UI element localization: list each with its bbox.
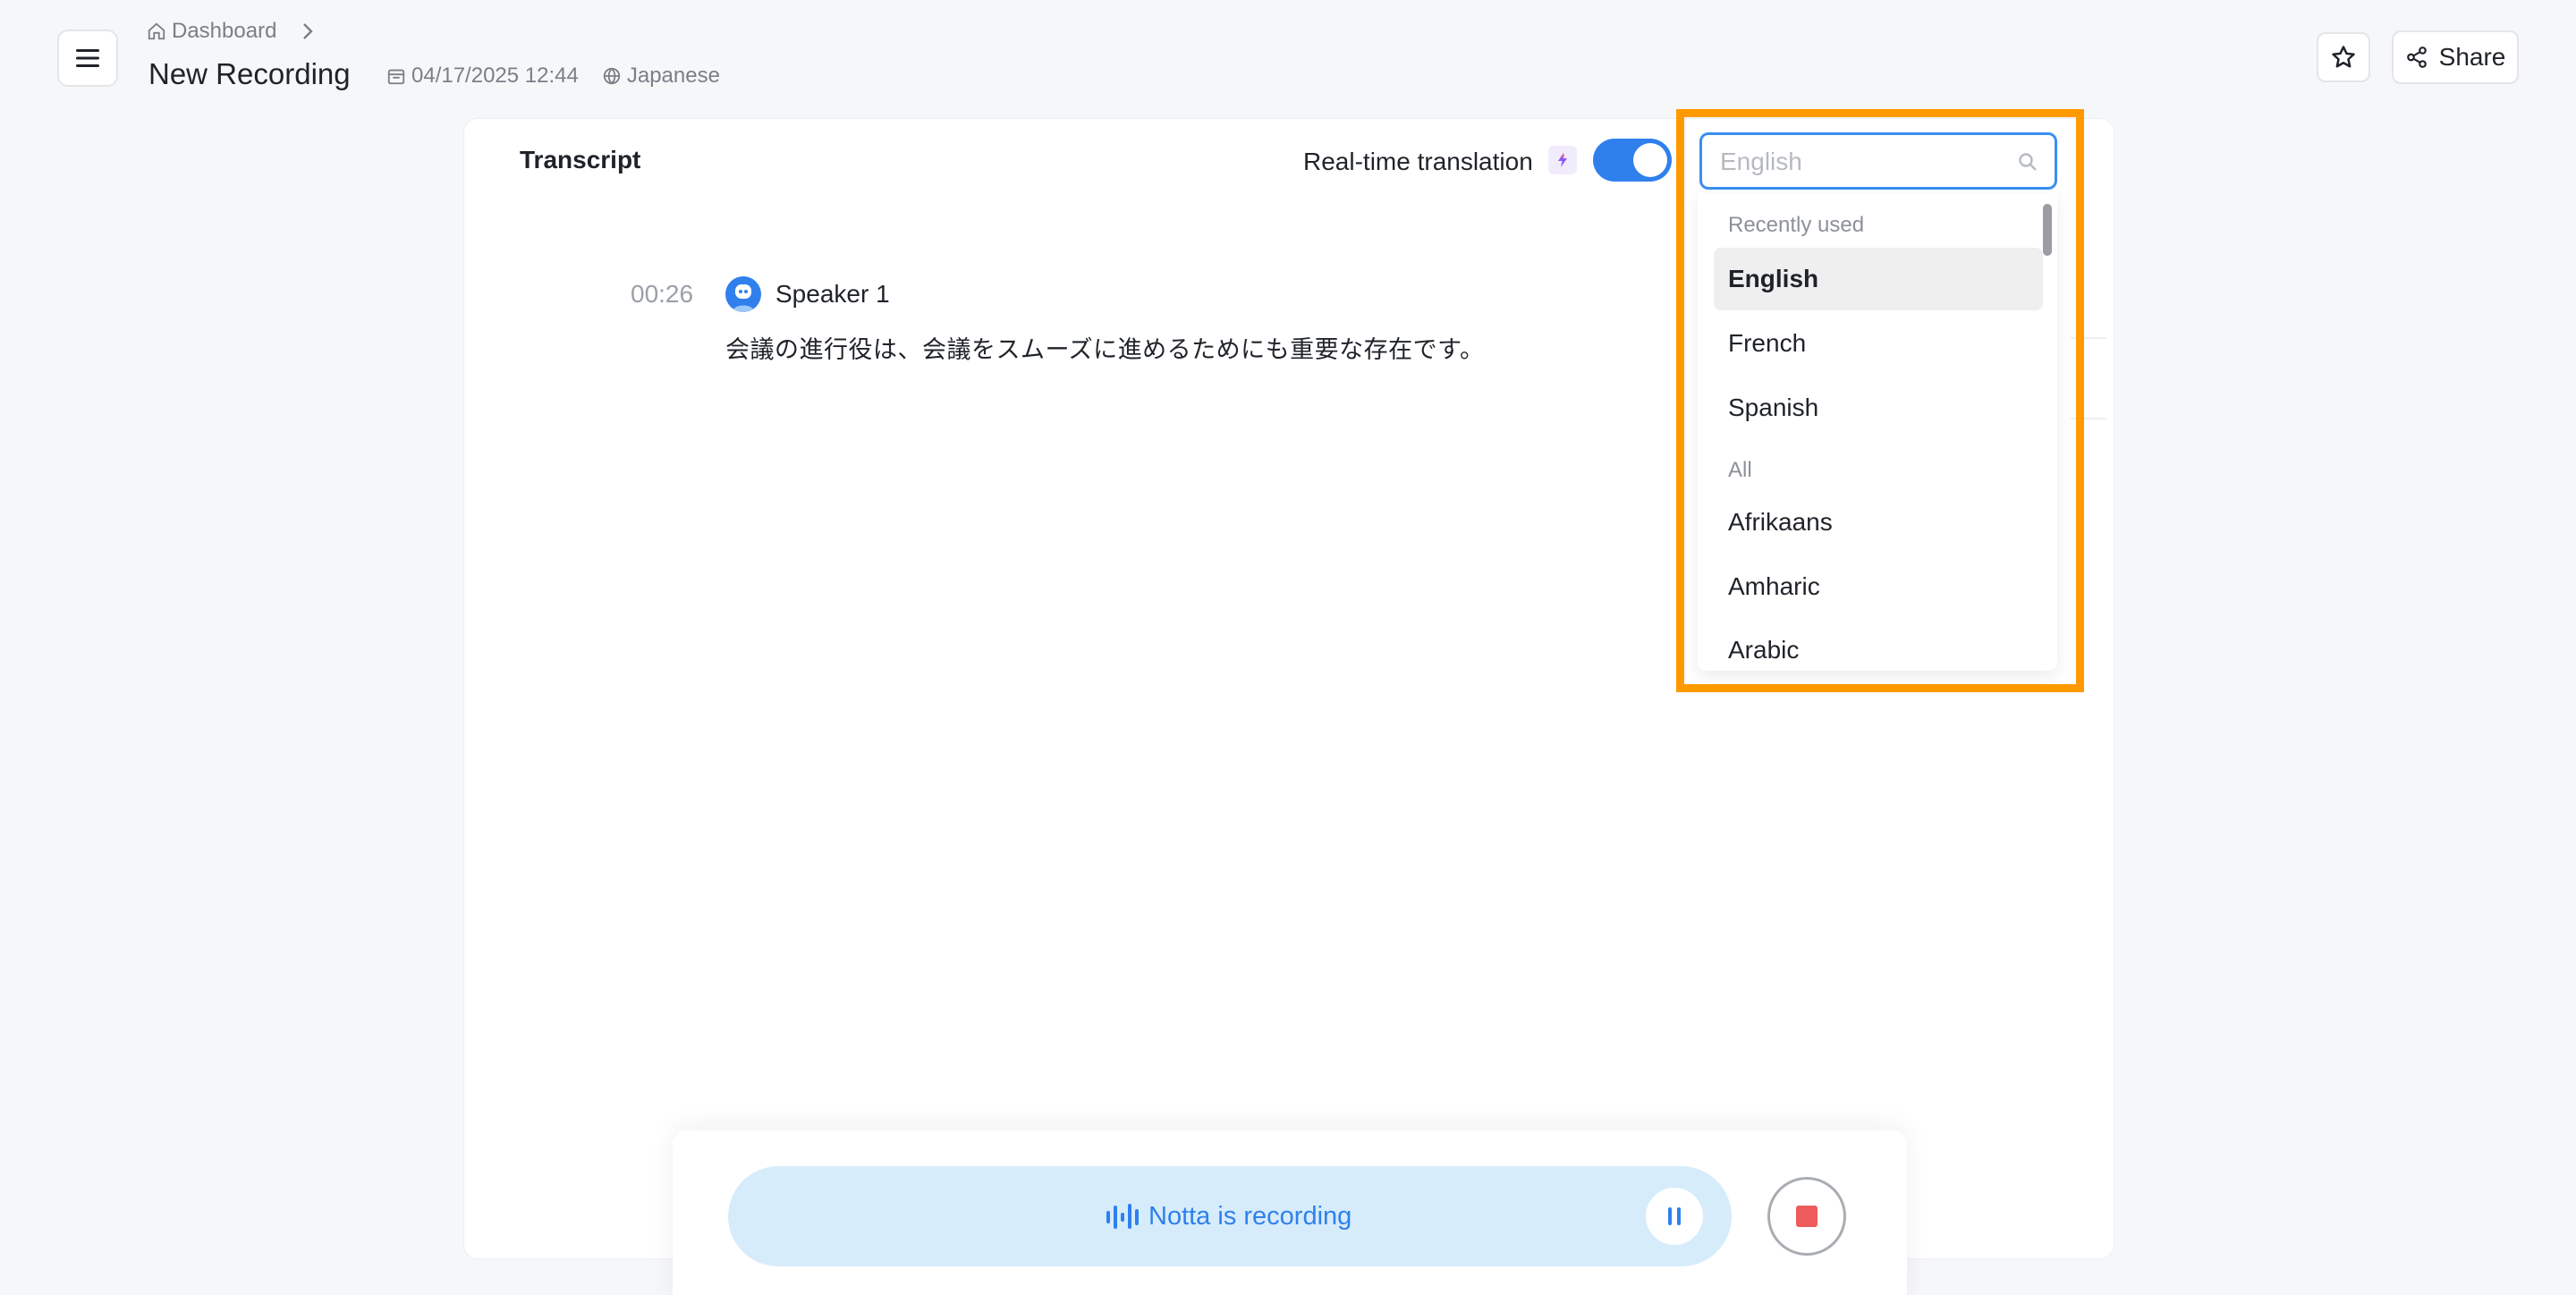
page-title: New Recording xyxy=(148,57,351,90)
recording-status-text: Notta is recording xyxy=(1148,1201,1352,1231)
transcript-text[interactable]: 会議の進行役は、会議をスムーズに進めるためにも重要な存在です。 xyxy=(725,330,1484,365)
stop-icon xyxy=(1796,1206,1818,1227)
recording-language[interactable]: Japanese xyxy=(627,63,720,89)
ai-sparkle-icon xyxy=(1548,146,1577,174)
audio-wave-icon xyxy=(1106,1204,1139,1229)
realtime-translation-toggle[interactable] xyxy=(1593,139,1672,182)
share-button[interactable]: Share xyxy=(2392,30,2519,84)
breadcrumb: Dashboard xyxy=(147,18,314,45)
breadcrumb-dashboard-link[interactable]: Dashboard xyxy=(172,19,276,44)
robot-avatar-icon xyxy=(733,284,754,312)
share-label: Share xyxy=(2438,43,2506,71)
recording-date: 04/17/2025 12:44 xyxy=(411,63,579,88)
tab-transcript[interactable]: Transcript xyxy=(520,146,640,174)
hamburger-icon xyxy=(76,49,99,67)
toggle-knob xyxy=(1633,143,1667,177)
home-icon xyxy=(148,22,165,40)
calendar-icon xyxy=(387,69,405,85)
speaker-name[interactable]: Speaker 1 xyxy=(775,280,890,309)
pause-icon xyxy=(1677,1207,1681,1225)
annotation-highlight-box xyxy=(1676,109,2084,692)
pause-icon xyxy=(1668,1207,1672,1225)
globe-icon xyxy=(603,67,621,85)
share-icon xyxy=(2406,47,2427,68)
stop-button[interactable] xyxy=(1767,1177,1846,1256)
speaker-avatar xyxy=(725,276,761,312)
pause-button[interactable] xyxy=(1646,1188,1703,1245)
favorite-button[interactable] xyxy=(2317,32,2370,82)
chevron-right-icon xyxy=(303,23,314,39)
recording-status: Notta is recording xyxy=(1106,1198,1352,1234)
menu-button[interactable] xyxy=(57,30,118,87)
realtime-translation-label: Real-time translation xyxy=(1303,148,1533,175)
entry-timestamp[interactable]: 00:26 xyxy=(631,280,693,309)
recording-meta: 04/17/2025 12:44 Japanese xyxy=(386,63,743,89)
star-icon xyxy=(2332,46,2355,68)
